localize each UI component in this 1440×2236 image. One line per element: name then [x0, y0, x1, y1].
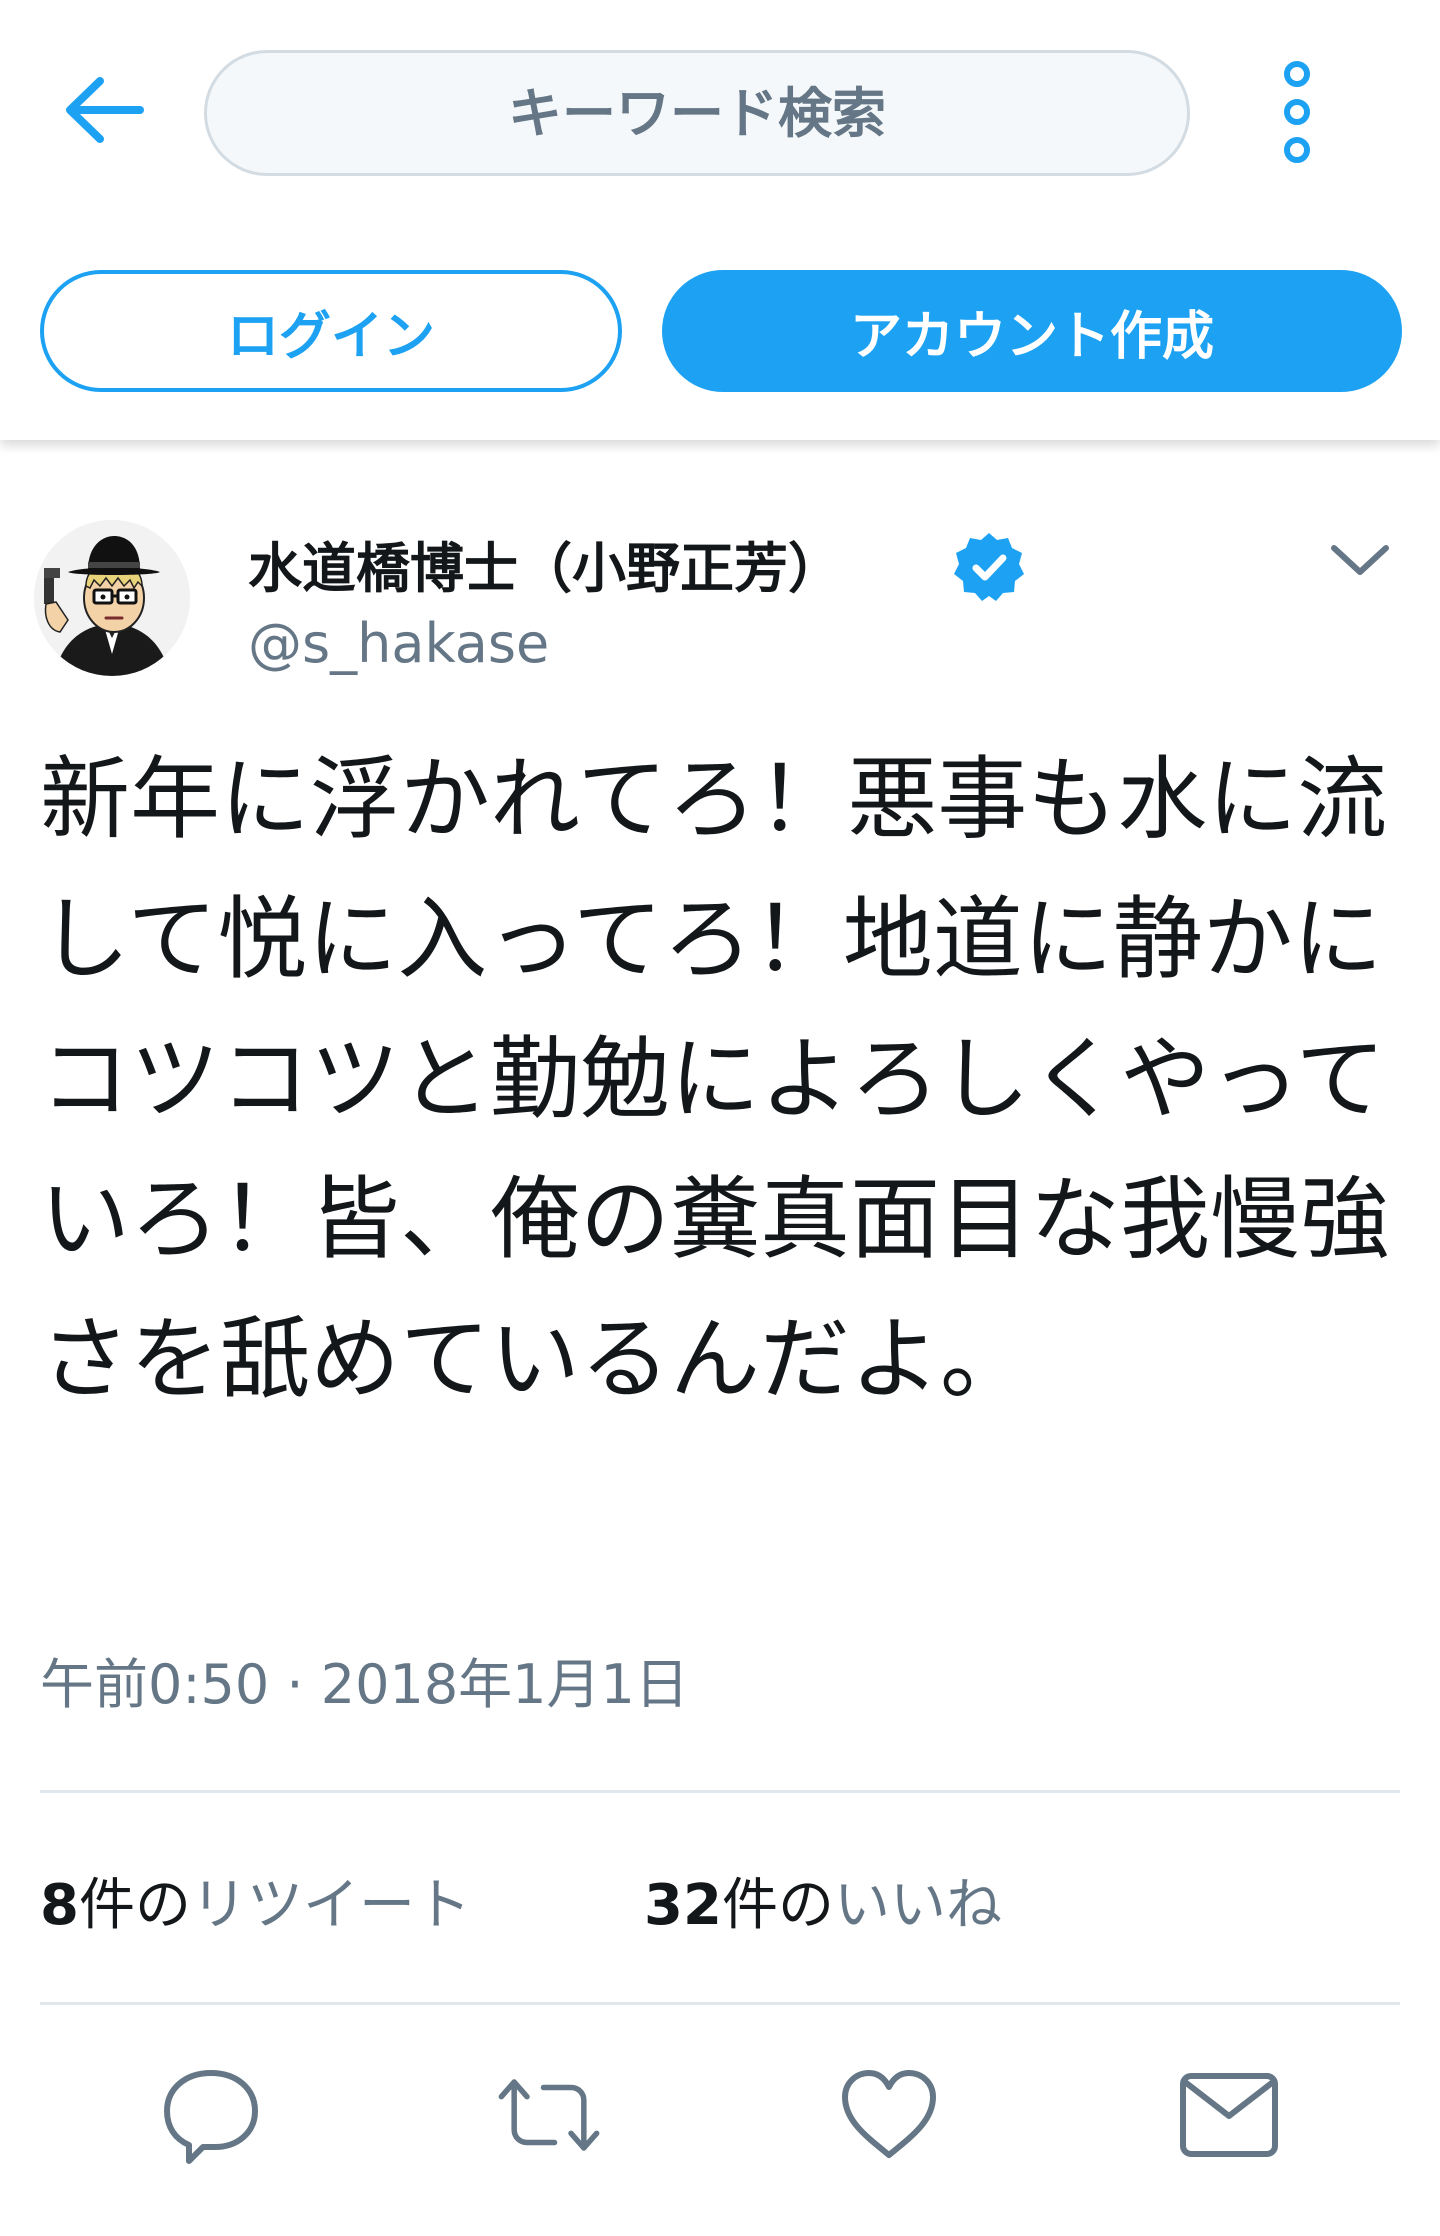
avatar[interactable]	[34, 520, 190, 676]
like-count-label: いいね	[833, 1873, 1002, 1938]
top-bar: ログイン アカウント作成	[0, 0, 1440, 440]
reply-icon	[164, 2070, 258, 2164]
chevron-down-icon	[1331, 545, 1389, 575]
login-button[interactable]: ログイン	[40, 270, 622, 392]
back-button[interactable]	[50, 62, 160, 157]
heart-icon	[842, 2070, 936, 2158]
signup-button[interactable]: アカウント作成	[662, 270, 1402, 392]
search-box[interactable]	[204, 50, 1190, 176]
like-button[interactable]	[834, 2060, 944, 2170]
like-count[interactable]: 32件のいいね	[644, 1860, 1002, 1941]
reply-button[interactable]	[156, 2060, 266, 2170]
retweet-count-label: リツイート	[190, 1873, 471, 1938]
tweet-menu-button[interactable]	[1320, 530, 1400, 590]
more-button[interactable]	[1262, 56, 1332, 168]
search-input[interactable]	[207, 53, 1187, 173]
message-button[interactable]	[1174, 2060, 1284, 2170]
divider	[40, 2002, 1400, 2005]
divider	[40, 1790, 1400, 1793]
arrow-left-icon	[66, 76, 144, 143]
like-count-number: 32	[644, 1873, 722, 1938]
tweet-text: 新年に浮かれてろ！悪事も水に流して悦に入ってろ！地道に静かにコツコツと勤勉によろ…	[40, 747, 1390, 1412]
tweet-timestamp[interactable]: 午前0:50 · 2018年1月1日	[40, 1640, 689, 1719]
retweet-count-unit: 件の	[78, 1873, 191, 1938]
retweet-count-number: 8	[40, 1873, 79, 1938]
retweet-count[interactable]: 8件のリツイート	[40, 1860, 471, 1941]
mail-icon	[1180, 2073, 1278, 2157]
avatar-illustration	[34, 520, 190, 676]
display-name[interactable]: 水道橋博士（小野正芳）	[248, 524, 842, 603]
handle[interactable]: @s_hakase	[248, 612, 549, 675]
retweet-button[interactable]	[494, 2060, 604, 2170]
verified-badge-icon	[954, 533, 1024, 601]
retweet-icon	[498, 2079, 600, 2151]
more-vertical-icon	[1284, 61, 1310, 163]
like-count-unit: 件の	[721, 1873, 834, 1938]
